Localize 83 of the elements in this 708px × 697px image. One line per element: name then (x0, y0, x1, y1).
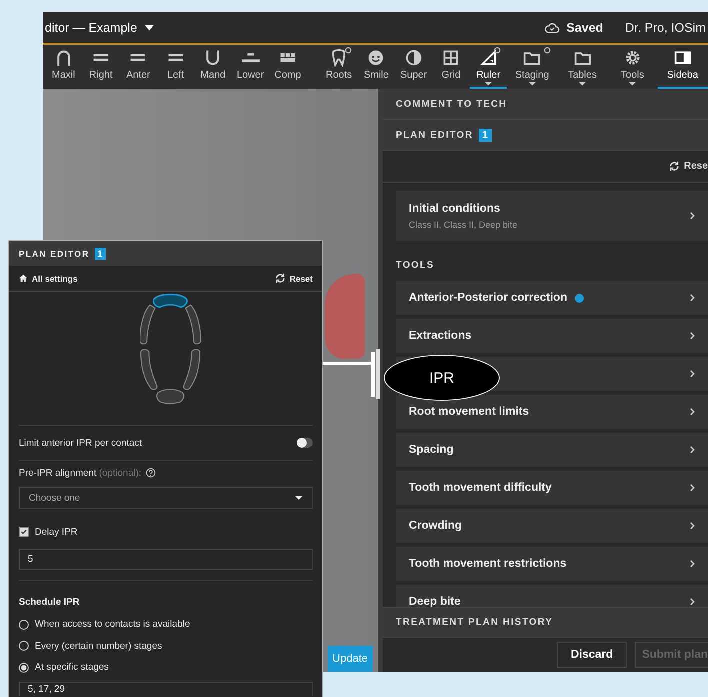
toolbar-button[interactable]: Left (157, 45, 194, 89)
arch-icon (54, 49, 73, 67)
help-icon[interactable] (146, 468, 156, 478)
chevron-icon (690, 212, 695, 220)
tool-item[interactable]: Crowding (396, 509, 708, 543)
refresh-icon (274, 273, 286, 284)
radio-button[interactable] (19, 662, 29, 673)
dropdown-field[interactable]: Choose one (19, 487, 313, 509)
setting-label: Limit anterior IPR per contact (19, 438, 142, 448)
section-header-bar[interactable]: PLAN EDITOR 1 (383, 120, 708, 151)
toggle-switch[interactable] (297, 438, 313, 448)
initial-conditions-card[interactable]: Initial conditions Class II, Class II, Deep bite (396, 191, 708, 241)
chevron-icon (690, 598, 695, 606)
reset-button[interactable]: Reset (274, 273, 313, 284)
tool-item[interactable]: Tooth movement restrictions (396, 547, 708, 581)
toolbar-button[interactable]: Tables (557, 45, 608, 89)
cloud-icon (544, 22, 560, 34)
toolbar-button[interactable]: Grid (432, 45, 470, 89)
footer-button[interactable]: Discard (557, 642, 628, 668)
toolbar-button[interactable]: Smile (358, 45, 396, 89)
checkbox[interactable] (19, 527, 29, 537)
refresh-icon (669, 161, 680, 172)
chevron-icon (690, 408, 695, 416)
input-field[interactable]: 5 (19, 549, 313, 570)
sidebar-icon (674, 49, 692, 67)
chevron-icon (690, 522, 695, 530)
tooth-icon (330, 49, 348, 67)
panel-title: PLAN EDITOR (19, 248, 90, 258)
window-title: ditor — Example (45, 20, 138, 34)
radio-button[interactable] (19, 641, 29, 652)
toolbar-button[interactable]: Tools (608, 45, 658, 89)
chevron-icon (690, 332, 695, 340)
toolbar-button[interactable]: Lower (232, 45, 270, 89)
tool-item[interactable]: Tooth movement difficulty (396, 471, 708, 505)
gear-icon (624, 49, 642, 67)
u-icon (204, 49, 222, 67)
lower-icon (242, 53, 260, 63)
user-menu[interactable]: Dr. Pro, IOSim (625, 20, 706, 34)
caret-icon[interactable] (145, 24, 154, 30)
caret-icon (295, 496, 303, 500)
count-badge: 1 (479, 128, 492, 142)
marker-bar (371, 352, 375, 397)
toolbar-button[interactable]: Right (82, 45, 120, 89)
section-header[interactable]: COMMENT TO TECH (383, 89, 708, 120)
reset-button[interactable]: Rese (669, 161, 708, 172)
card-title: Initial conditions (409, 202, 502, 214)
ruler-icon (480, 49, 498, 67)
radio-label: Every (certain number) stages (35, 640, 162, 652)
chevron-icon (690, 484, 695, 492)
toolbar-button[interactable]: Comp (269, 45, 307, 89)
input-field[interactable]: 5, 17, 29 (19, 682, 313, 696)
toolbar-button[interactable]: Anter (120, 45, 158, 89)
radio-label: At specific stages (35, 662, 109, 674)
toolbar-button[interactable]: Maxil (45, 45, 82, 89)
save-status: Saved (566, 20, 604, 34)
radio-label: When access to contacts is available (35, 619, 190, 630)
section-title: Schedule IPR (19, 596, 81, 610)
grid4-icon (442, 49, 460, 67)
toolbar-button[interactable]: Super (395, 45, 433, 89)
radio-button[interactable] (19, 620, 29, 630)
tool-item[interactable]: Extractions (396, 319, 708, 353)
home-icon (19, 274, 28, 283)
toolbar-button[interactable]: Roots (320, 45, 358, 89)
toolbar-button[interactable]: Staging (507, 45, 558, 89)
tool-item[interactable]: Root movement limits (396, 395, 708, 429)
chevron-icon (690, 294, 695, 302)
section-title: PLAN EDITOR (396, 130, 474, 140)
chevron-icon (690, 446, 695, 454)
checkbox-label: Delay IPR (35, 526, 78, 538)
half-icon (404, 49, 423, 67)
count-badge: 1 (94, 248, 106, 260)
toolbar-button[interactable]: Mand (194, 45, 232, 89)
tool-item[interactable]: Anterior-Posterior correction (396, 281, 708, 315)
field-label: Pre-IPR alignment (optional): (19, 468, 142, 478)
tool-item[interactable]: Spacing (396, 433, 708, 467)
chevron-icon (690, 560, 695, 568)
smile-icon (367, 49, 386, 67)
resize-handle[interactable] (376, 349, 380, 399)
section-header[interactable]: TREATMENT PLAN HISTORY (383, 607, 708, 638)
card-subtitle: Class II, Class II, Deep bite (409, 220, 519, 230)
chevron-icon (690, 370, 695, 378)
all-settings-link[interactable]: All settings (19, 274, 78, 284)
section-title: TOOLS (396, 260, 436, 271)
